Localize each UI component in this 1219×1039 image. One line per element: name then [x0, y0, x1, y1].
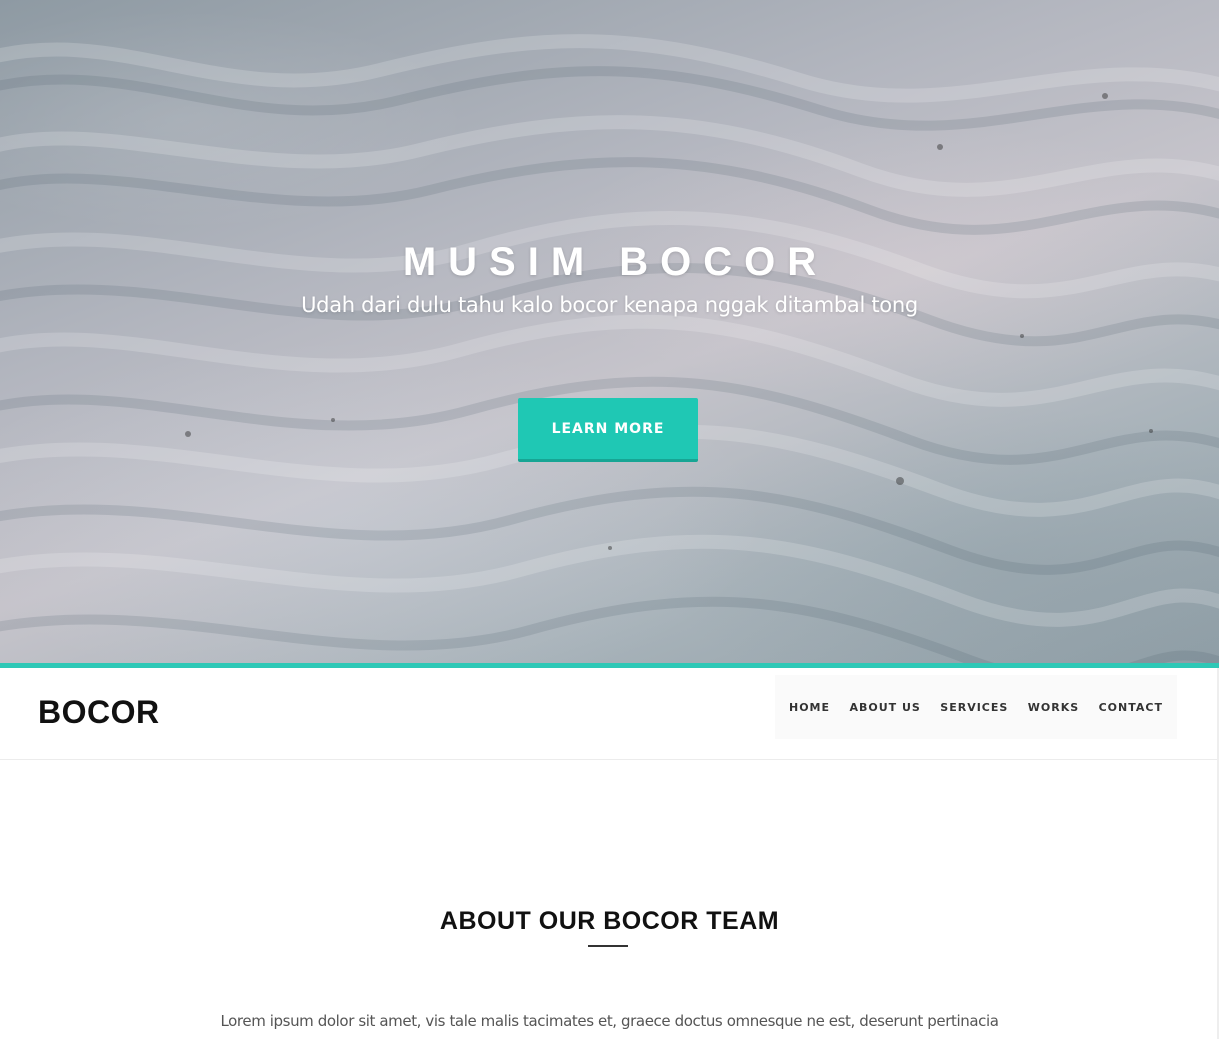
- nav-item-about-us[interactable]: ABOUT US: [849, 701, 920, 714]
- nav-menu: HOME ABOUT US SERVICES WORKS CONTACT: [775, 675, 1177, 739]
- hero-title: MUSIM BOCOR: [402, 240, 829, 284]
- about-divider: [588, 945, 628, 947]
- nav-item-contact[interactable]: CONTACT: [1099, 701, 1163, 714]
- about-title: ABOUT OUR BOCOR TEAM: [439, 907, 780, 935]
- hero-content: MUSIM BOCOR Udah dari dulu tahu kalo boc…: [0, 236, 1219, 320]
- hero-section: MUSIM BOCOR Udah dari dulu tahu kalo boc…: [0, 0, 1219, 663]
- brand-logo[interactable]: BOCOR: [38, 694, 160, 731]
- about-text: Lorem ipsum dolor sit amet, vis tale mal…: [220, 1012, 999, 1030]
- learn-more-button[interactable]: LEARN MORE: [518, 398, 698, 462]
- sand-background-image: [0, 34, 1219, 663]
- hero-subtitle: Udah dari dulu tahu kalo bocor kenapa ng…: [301, 293, 918, 317]
- navbar: BOCOR HOME ABOUT US SERVICES WORKS CONTA…: [0, 668, 1219, 760]
- nav-item-works[interactable]: WORKS: [1028, 701, 1079, 714]
- nav-item-home[interactable]: HOME: [789, 701, 830, 714]
- nav-item-services[interactable]: SERVICES: [940, 701, 1008, 714]
